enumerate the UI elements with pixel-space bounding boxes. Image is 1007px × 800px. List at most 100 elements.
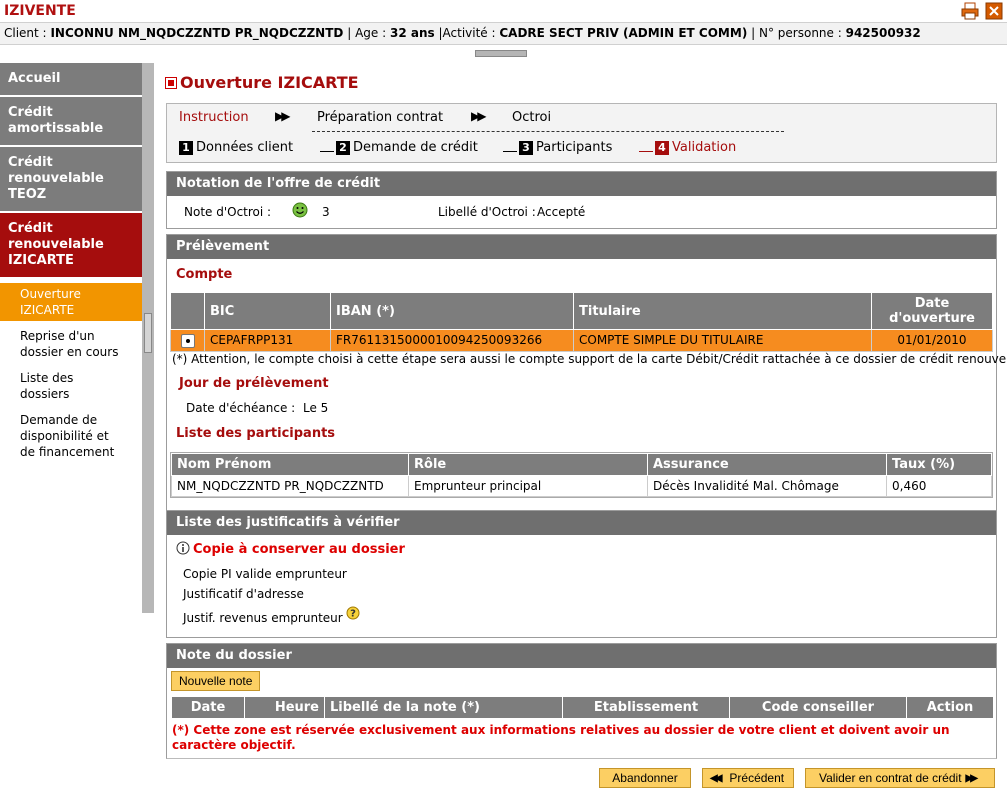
rewind-icon: ◀◀	[710, 772, 723, 784]
wizard-steps: Instruction ▶▶ Préparation contrat ▶▶ Oc…	[166, 103, 997, 163]
col-select	[170, 292, 205, 330]
table-row: NM_NQDCZZNTD PR_NQDCZZNTD Emprunteur pri…	[171, 475, 992, 497]
app-header: IZIVENTE	[0, 0, 1007, 22]
participants-table: Nom Prénom Rôle Assurance Taux (%) NM_NQ…	[171, 453, 992, 497]
splitter-grip[interactable]	[475, 50, 527, 57]
svg-text:?: ?	[350, 609, 356, 620]
substep-connector	[320, 144, 334, 152]
table-row[interactable]: CEPAFRPP131 FR7611315000010094250093266 …	[170, 329, 993, 352]
sidebar-item-credit-izicarte[interactable]: Crédit renouvelable IZICARTE	[0, 213, 142, 279]
notation-panel: Notation de l'offre de crédit Note d'Oct…	[166, 171, 997, 229]
precedent-button[interactable]: ◀◀ Précédent	[702, 768, 794, 788]
header-splitter[interactable]	[0, 45, 1007, 60]
sidebar-subitem-ouverture[interactable]: Ouverture IZICARTE	[0, 283, 142, 321]
sidebar-collapse-bar[interactable]	[142, 63, 154, 613]
substep-connector	[639, 144, 653, 152]
participant-taux: 0,460	[886, 475, 992, 497]
client-info-bar: Client : INCONNU NM_NQDCZZNTD PR_NQDCZZN…	[0, 22, 1007, 45]
notation-header: Notation de l'offre de crédit	[167, 172, 996, 196]
step-octroi: Octroi	[512, 110, 552, 125]
sidebar-item-credit-teoz[interactable]: Crédit renouvelable TEOZ	[0, 147, 142, 213]
close-icon[interactable]	[985, 2, 1003, 20]
valider-label: Valider en contrat de crédit	[819, 771, 962, 785]
step-arrow-icon: ▶▶	[275, 109, 291, 123]
substep-label: Demande de crédit	[353, 140, 478, 155]
age-value: 32 ans	[389, 26, 435, 40]
col-date: Date	[171, 696, 245, 719]
sidebar-item-accueil[interactable]: Accueil	[0, 63, 142, 97]
col-libelle: Libellé de la note (*)	[324, 696, 563, 719]
title-bullet-icon	[165, 76, 177, 89]
help-icon[interactable]: ?	[346, 606, 360, 623]
step-instruction: Instruction	[179, 110, 249, 125]
col-bic: BIC	[204, 292, 331, 330]
account-radio[interactable]	[180, 333, 195, 348]
notes-table: Date Heure Libellé de la note (*) Etabli…	[171, 696, 994, 719]
note-dossier-header: Note du dossier	[167, 644, 996, 668]
justificatifs-header: Liste des justificatifs à vérifier	[167, 511, 996, 535]
substep-number: 3	[519, 140, 533, 155]
abandonner-button[interactable]: Abandonner	[599, 768, 691, 788]
sidebar-subitem-demande[interactable]: Demande de disponibilité et de financeme…	[0, 409, 142, 463]
col-code-conseiller: Code conseiller	[729, 696, 907, 719]
copie-row: Copie à conserver au dossier	[176, 541, 405, 558]
substep-number: 2	[336, 140, 350, 155]
justif-item: Copie PI valide emprunteur	[183, 567, 347, 581]
compte-table: BIC IBAN (*) Titulaire Date d'ouverture …	[170, 292, 993, 352]
col-date-ouverture: Date d'ouverture	[871, 292, 993, 330]
nouvelle-note-button[interactable]: Nouvelle note	[171, 671, 261, 691]
substep-demande-credit: 2 Demande de crédit	[320, 140, 478, 155]
note-dossier-panel: Note du dossier Nouvelle note Date Heure…	[166, 643, 997, 759]
justif-item: Justificatif d'adresse	[183, 587, 304, 601]
note-warning: (*) Cette zone est réservée exclusivemen…	[172, 723, 950, 752]
col-assurance: Assurance	[647, 453, 887, 476]
app-title: IZIVENTE	[4, 3, 76, 19]
compte-table-wrap: BIC IBAN (*) Titulaire Date d'ouverture …	[170, 292, 993, 352]
participant-nom: NM_NQDCZZNTD PR_NQDCZZNTD	[171, 475, 409, 497]
participants-title: Liste des participants	[176, 426, 336, 441]
compte-note: (*) Attention, le compte choisi à cette …	[172, 352, 1007, 366]
client-name: INCONNU NM_NQDCZZNTD PR_NQDCZZNTD	[50, 26, 344, 40]
activite-label: Activité :	[442, 26, 496, 40]
echeance-value: Le 5	[303, 401, 329, 415]
col-role: Rôle	[408, 453, 648, 476]
justif-item: Justif. revenus emprunteur	[183, 611, 343, 625]
substep-label: Données client	[196, 140, 294, 155]
activite-value: CADRE SECT PRIV (ADMIN ET COMM)	[499, 26, 748, 40]
substep-connector	[503, 144, 517, 152]
info-icon	[176, 541, 190, 558]
sidebar-subitem-liste[interactable]: Liste des dossiers	[0, 367, 142, 405]
valider-contrat-button[interactable]: Valider en contrat de crédit ▶▶	[805, 768, 995, 788]
separator: |	[347, 26, 356, 40]
personne-label: N° personne :	[759, 26, 842, 40]
substep-number: 1	[179, 140, 193, 155]
separator: |	[751, 26, 759, 40]
age-label: Age :	[355, 26, 387, 40]
substep-participants: 3 Participants	[503, 140, 612, 155]
compte-title: Compte	[176, 267, 233, 282]
radio-cell[interactable]	[170, 329, 205, 352]
step-preparation: Préparation contrat	[317, 110, 444, 125]
jour-prelevement-title: Jour de prélèvement	[179, 376, 329, 391]
page-title: Ouverture IZICARTE	[165, 73, 997, 92]
sidebar-subitem-reprise[interactable]: Reprise d'un dossier en cours	[0, 325, 142, 363]
libelle-octroi-value: Accepté	[537, 205, 586, 219]
note-octroi-value: 3	[322, 205, 330, 219]
col-nom-prenom: Nom Prénom	[171, 453, 409, 476]
precedent-label: Précédent	[729, 771, 785, 785]
personne-value: 942500932	[845, 26, 921, 40]
substep-label: Validation	[672, 140, 737, 155]
participant-assurance: Décès Invalidité Mal. Chômage	[647, 475, 887, 497]
client-label: Client :	[4, 26, 47, 40]
echeance-label: Date d'échéance :	[186, 401, 296, 415]
print-icon[interactable]	[961, 2, 979, 20]
page-title-text: Ouverture IZICARTE	[180, 73, 359, 92]
sidebar-item-credit-amortissable[interactable]: Crédit amortissable	[0, 97, 142, 147]
col-titulaire: Titulaire	[573, 292, 872, 330]
col-heure: Heure	[244, 696, 325, 719]
note-octroi-label: Note d'Octroi :	[184, 205, 272, 219]
sidebar-collapse-handle[interactable]	[144, 313, 152, 353]
date-cell: 01/01/2010	[871, 329, 993, 352]
col-taux: Taux (%)	[886, 453, 992, 476]
substep-validation: 4 Validation	[639, 140, 736, 155]
